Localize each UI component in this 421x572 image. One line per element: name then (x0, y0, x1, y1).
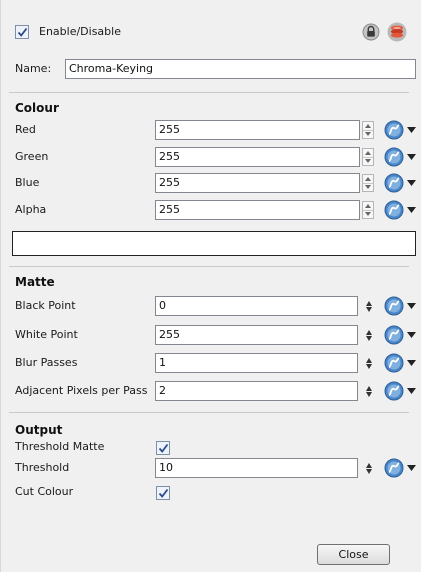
function-curve-icon[interactable] (384, 173, 404, 193)
colour-swatch[interactable] (12, 231, 416, 256)
colour-red-spinbox[interactable] (362, 121, 374, 139)
spin-up-icon[interactable] (366, 462, 372, 468)
matte-black-point-spin[interactable] (365, 299, 373, 313)
matte-adjacent-pixels-per-pass-field[interactable]: 2 (155, 381, 358, 401)
spin-down-icon[interactable] (366, 306, 372, 312)
matte-blur-passes-field[interactable]: 1 (155, 353, 358, 373)
output-section-title: Output (15, 423, 63, 437)
dropdown-arrow-icon[interactable] (407, 360, 416, 366)
colour-blue-field[interactable]: 255 (155, 173, 360, 193)
matte-white-point-label: White Point (15, 328, 78, 341)
function-curve-icon[interactable] (384, 147, 404, 167)
dropdown-arrow-icon[interactable] (407, 207, 416, 213)
dropdown-arrow-icon[interactable] (407, 332, 416, 338)
divider (9, 92, 409, 93)
spin-up-icon[interactable] (363, 202, 373, 210)
colour-red-label: Red (15, 123, 36, 136)
matte-adjacent-pixels-per-pass-spin[interactable] (365, 384, 373, 398)
spin-up-icon[interactable] (366, 385, 372, 391)
matte-adjacent-pixels-per-pass-label: Adjacent Pixels per Pass (15, 384, 148, 397)
checkmark-icon (17, 27, 27, 37)
dropdown-arrow-icon[interactable] (407, 154, 416, 160)
function-curve-icon[interactable] (384, 381, 404, 401)
name-label: Name: (15, 62, 52, 75)
close-button[interactable]: Close (317, 544, 390, 565)
dropdown-arrow-icon[interactable] (407, 303, 416, 309)
dropdown-arrow-icon[interactable] (407, 465, 416, 471)
colour-alpha-field[interactable]: 255 (155, 200, 360, 220)
layer-properties-panel: Enable/Disable Name: Chroma-Keying Colou… (0, 0, 421, 572)
checkmark-icon (158, 443, 168, 453)
colour-green-field[interactable]: 255 (155, 147, 360, 167)
spin-down-icon[interactable] (366, 468, 372, 474)
matte-white-point-spin[interactable] (365, 328, 373, 342)
function-curve-icon[interactable] (384, 296, 404, 316)
threshold-field[interactable]: 10 (155, 458, 358, 478)
divider (9, 266, 409, 267)
dropdown-arrow-icon[interactable] (407, 388, 416, 394)
layer-stack-icon[interactable] (387, 22, 407, 42)
function-curve-icon[interactable] (384, 353, 404, 373)
threshold-matte-label: Threshold Matte (15, 440, 105, 453)
spin-up-icon[interactable] (363, 122, 373, 130)
spin-down-icon[interactable] (363, 182, 373, 192)
name-field[interactable]: Chroma-Keying (65, 59, 416, 79)
function-curve-icon[interactable] (384, 120, 404, 140)
matte-white-point-field[interactable]: 255 (155, 325, 358, 345)
colour-section-title: Colour (15, 101, 59, 115)
spin-down-icon[interactable] (363, 156, 373, 166)
matte-blur-passes-label: Blur Passes (15, 356, 78, 369)
spin-up-icon[interactable] (366, 300, 372, 306)
threshold-spin[interactable] (365, 461, 373, 475)
matte-black-point-field[interactable]: 0 (155, 296, 358, 316)
spin-up-icon[interactable] (366, 329, 372, 335)
function-curve-icon[interactable] (384, 325, 404, 345)
enable-label: Enable/Disable (39, 25, 121, 38)
colour-green-label: Green (15, 150, 49, 163)
spin-down-icon[interactable] (363, 129, 373, 139)
enable-checkbox[interactable] (15, 25, 29, 39)
threshold-matte-checkbox[interactable] (156, 441, 170, 455)
colour-blue-label: Blue (15, 176, 40, 189)
spin-up-icon[interactable] (363, 149, 373, 157)
matte-section-title: Matte (15, 275, 55, 289)
colour-alpha-spinbox[interactable] (362, 201, 374, 219)
dropdown-arrow-icon[interactable] (407, 180, 416, 186)
checkmark-icon (158, 488, 168, 498)
matte-black-point-label: Black Point (15, 299, 76, 312)
cut-colour-checkbox[interactable] (156, 486, 170, 500)
spin-up-icon[interactable] (366, 357, 372, 363)
colour-red-field[interactable]: 255 (155, 120, 360, 140)
spin-up-icon[interactable] (363, 175, 373, 183)
cut-colour-label: Cut Colour (15, 485, 74, 498)
colour-alpha-label: Alpha (15, 203, 47, 216)
divider (9, 412, 409, 413)
spin-down-icon[interactable] (366, 391, 372, 397)
spin-down-icon[interactable] (366, 335, 372, 341)
matte-blur-passes-spin[interactable] (365, 356, 373, 370)
function-curve-icon[interactable] (384, 200, 404, 220)
colour-blue-spinbox[interactable] (362, 174, 374, 192)
lock-icon[interactable] (362, 23, 380, 41)
threshold-label: Threshold (15, 461, 70, 474)
spin-down-icon[interactable] (366, 363, 372, 369)
function-curve-icon[interactable] (384, 458, 404, 478)
dropdown-arrow-icon[interactable] (407, 127, 416, 133)
colour-green-spinbox[interactable] (362, 148, 374, 166)
spin-down-icon[interactable] (363, 209, 373, 219)
